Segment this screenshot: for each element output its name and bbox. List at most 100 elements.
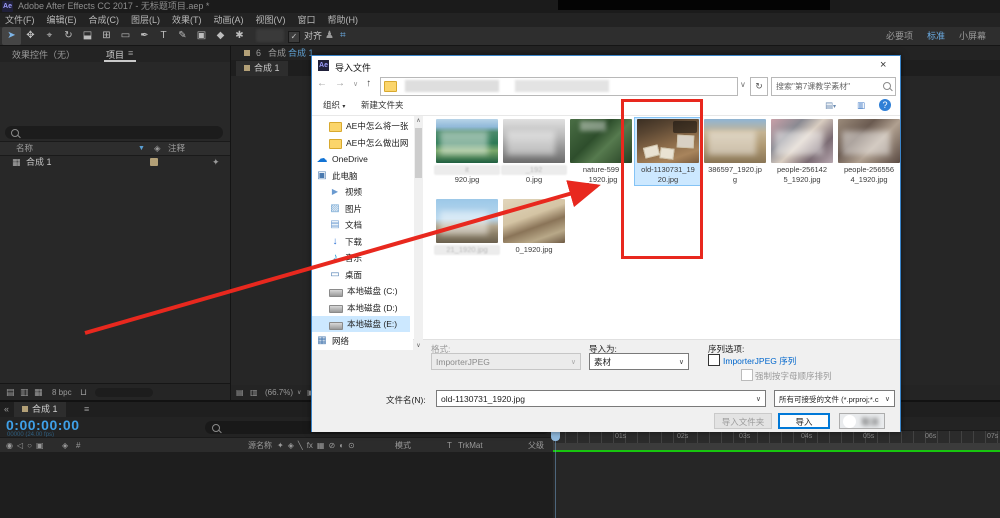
menu-item-视图(V)[interactable]: 视图(V) (256, 13, 286, 27)
new-folder-button[interactable]: 新建文件夹 (361, 96, 404, 115)
audio-icon[interactable]: ◁ (17, 438, 23, 453)
file-it920.jpg[interactable]: it920.jpg (434, 118, 500, 185)
hand-tool[interactable]: ✥ (21, 27, 40, 45)
brush-tool[interactable]: ✎ (173, 27, 192, 45)
label-column-icon[interactable]: ◈ (62, 438, 68, 453)
cancel-button[interactable]: 取消 (839, 413, 885, 429)
address-dd-icon[interactable]: ∨ (740, 80, 746, 89)
menu-item-合成(C)[interactable]: 合成(C) (89, 13, 120, 27)
sort-arrow-icon[interactable]: ▼ (138, 142, 145, 155)
source-name-column[interactable]: 源名称 (248, 438, 272, 453)
sequence-checkbox-label[interactable]: ImporterJPEG 序列 (723, 355, 796, 367)
menu-item-图层(L)[interactable]: 图层(L) (131, 13, 160, 27)
sidebar-item-音乐[interactable]: 音乐 (312, 250, 410, 266)
menu-item-文件(F)[interactable]: 文件(F) (5, 13, 35, 27)
zoom-tool[interactable]: ⌖ (40, 27, 59, 45)
dialog-titlebar[interactable]: Ae 导入文件 × (312, 56, 900, 75)
import-as-select[interactable]: 素材∨ (589, 353, 689, 370)
zoom-level[interactable]: (66.7%) (265, 385, 293, 401)
puppet-tool[interactable]: ✱ (230, 27, 249, 45)
workspace-必要项[interactable]: 必要项 (886, 27, 913, 45)
comp-tab[interactable]: 合成 1 (236, 61, 288, 76)
motion-blur-icon[interactable]: ⊘ (328, 438, 335, 453)
column-comment[interactable]: 注释 (168, 142, 185, 155)
trkmat-column[interactable]: TrkMat (458, 438, 483, 453)
eraser-tool[interactable]: ◆ (211, 27, 230, 45)
3d-icon[interactable]: ⊙ (348, 438, 355, 453)
workspace-标准[interactable]: 标准 (927, 27, 945, 45)
tab-effect-controls[interactable]: 效果控件（无） (12, 48, 75, 61)
alphabetical-checkbox[interactable] (741, 369, 753, 381)
comp-panel-label[interactable]: 合成 (268, 46, 286, 60)
current-timecode[interactable]: 0:00:00:00 (6, 417, 80, 433)
column-name[interactable]: 名称 (16, 142, 33, 155)
new-folder-icon[interactable]: ▥ (20, 384, 29, 401)
number-column-icon[interactable]: # (76, 438, 80, 453)
work-area-bar[interactable] (553, 443, 1000, 450)
eye-icon[interactable]: ◉ (6, 438, 13, 453)
workspace-小屏幕[interactable]: 小屏幕 (959, 27, 986, 45)
snap-checkbox[interactable]: ✓ (288, 31, 300, 43)
scrollbar-thumb[interactable] (415, 128, 422, 178)
viewer-icon-1[interactable]: ▤ (236, 385, 244, 401)
viewer-icon-2[interactable]: ▥ (250, 385, 258, 401)
sidebar-scrollbar[interactable]: ∧ ∨ (414, 116, 423, 350)
sidebar-item-此电脑[interactable]: 此电脑 (312, 168, 410, 184)
filename-combobox[interactable]: old-1130731_1920.jpg∨ (436, 390, 766, 407)
project-search-input[interactable] (5, 126, 223, 139)
label-color-swatch[interactable] (150, 158, 158, 166)
dialog-search-input[interactable]: 搜索"第7课教学素材" (771, 77, 896, 96)
file-0_1920.jpg[interactable]: 0_1920.jpg (501, 198, 567, 255)
tag-column-icon[interactable]: ◈ (154, 142, 161, 155)
help-icon[interactable]: ? (879, 99, 891, 111)
comp-panel-comp-name[interactable]: 合成 1 (288, 46, 314, 60)
shape-tool[interactable]: ▭ (116, 27, 135, 45)
back-icon[interactable]: ← (317, 78, 327, 92)
workspace-people-icon[interactable]: ♟ (325, 27, 334, 45)
panel-menu-icon[interactable]: ≡ (128, 48, 133, 58)
timeline-tab[interactable]: 合成 1 (14, 402, 66, 417)
trkmat-t[interactable]: T (447, 438, 452, 453)
menu-item-帮助(H)[interactable]: 帮助(H) (328, 13, 359, 27)
parent-column[interactable]: 父级 (528, 438, 544, 453)
pen-tool[interactable]: ✒ (135, 27, 154, 45)
solo-icon[interactable]: ○ (27, 438, 32, 453)
frame-blend-icon[interactable]: ▦ (317, 438, 325, 453)
camera-tool[interactable]: ⬓ (78, 27, 97, 45)
dialog-close-icon[interactable]: × (880, 59, 886, 71)
file-_1920.jpg[interactable]: _1920.jpg (501, 118, 567, 185)
import-folder-button[interactable]: 导入文件夹 (714, 413, 772, 429)
menu-item-窗口[interactable]: 窗口 (298, 13, 316, 27)
sidebar-item-AE中怎么将一张[interactable]: AE中怎么将一张 (312, 118, 410, 134)
scroll-down-icon[interactable]: ∨ (414, 342, 423, 349)
grid-guides-icon[interactable]: ⌗ (340, 27, 346, 45)
project-item-row[interactable]: ▦ 合成 1 ✦ (0, 155, 230, 169)
menu-item-效果(T)[interactable]: 效果(T) (172, 13, 202, 27)
scroll-up-icon[interactable]: ∧ (414, 117, 423, 124)
pan-behind-tool[interactable]: ⊞ (97, 27, 116, 45)
sidebar-item-本地磁盘 (D:)[interactable]: 本地磁盘 (D:) (312, 300, 410, 316)
file-people-2561425_1920.jpg[interactable]: people-2561425_1920.jpg (769, 118, 835, 185)
sidebar-item-网络[interactable]: 网络 (312, 333, 410, 349)
sidebar-item-本地磁盘 (C:)[interactable]: 本地磁盘 (C:) (312, 283, 410, 299)
address-bar[interactable] (380, 77, 738, 96)
menu-item-动画(A)[interactable]: 动画(A) (214, 13, 244, 27)
sidebar-item-AE中怎么做出网[interactable]: AE中怎么做出网 (312, 135, 410, 151)
import-button[interactable]: 导入 (778, 413, 830, 429)
bit-depth-label[interactable]: 8 bpc (52, 384, 72, 401)
interpret-footage-icon[interactable]: ▤ (6, 384, 15, 401)
sidebar-item-OneDrive[interactable]: OneDrive (312, 151, 410, 167)
shy-icon[interactable]: ✦ (277, 438, 284, 453)
sidebar-item-视频[interactable]: 视频 (312, 184, 410, 200)
trash-icon[interactable]: ⊔ (80, 384, 87, 401)
lock-icon[interactable]: ▣ (36, 438, 44, 453)
mode-column[interactable]: 模式 (395, 438, 411, 453)
file-21_1920.jpg[interactable]: 21_1920.jpg (434, 198, 500, 255)
filetype-select[interactable]: 所有可接受的文件 (*.prproj;*.c∨ (774, 390, 895, 407)
refresh-button[interactable]: ↻ (750, 77, 768, 96)
up-icon[interactable]: ↑ (366, 78, 371, 92)
collapse-icon[interactable]: ◈ (288, 438, 294, 453)
organize-button[interactable]: 组织 ▾ (323, 96, 345, 117)
file-386597_1920.jpg[interactable]: 386597_1920.jpg (702, 118, 768, 185)
view-mode-icon[interactable]: ▤▾ (825, 96, 836, 117)
